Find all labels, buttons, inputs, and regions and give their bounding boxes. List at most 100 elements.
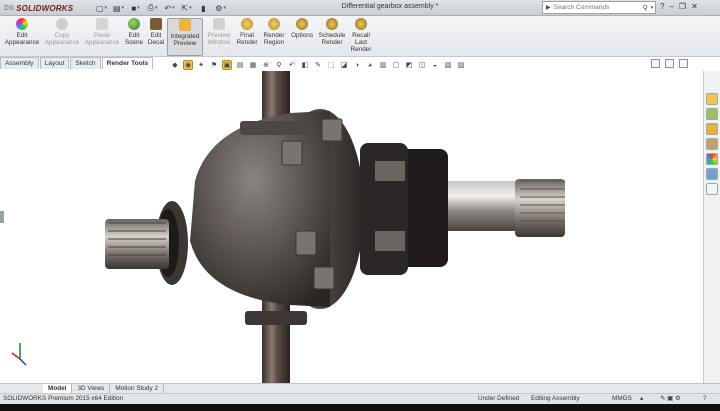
design-library-icon[interactable]: [706, 108, 718, 120]
tab-render-tools[interactable]: Render Tools: [101, 57, 154, 69]
appearances-scenes-icon[interactable]: [706, 153, 718, 165]
view-orientation-icon[interactable]: ⬚: [326, 60, 336, 70]
scene-toggle-icon[interactable]: ▣: [222, 60, 232, 70]
recall-render-icon: [355, 18, 367, 30]
final-render-button[interactable]: Final Render: [235, 18, 259, 56]
open-icon[interactable]: ▤: [113, 3, 124, 14]
integrated-preview-toggle-icon[interactable]: ◉: [183, 60, 193, 70]
cartoon-icon[interactable]: ◒: [430, 60, 440, 70]
close-icon[interactable]: ✕: [691, 2, 698, 11]
tab-assembly[interactable]: Assembly: [0, 57, 39, 69]
previous-view-icon[interactable]: ↶: [287, 60, 297, 70]
document-title: Differential gearbox assembly *: [341, 3, 439, 10]
edit-appearance-hud-icon[interactable]: ◕: [365, 60, 375, 70]
appearance-toggle-icon[interactable]: ▦: [248, 60, 258, 70]
apply-scene-icon[interactable]: ▥: [378, 60, 388, 70]
edit-scene-button[interactable]: Edit Scene: [122, 18, 146, 56]
ambient-occlusion-icon[interactable]: ▧: [443, 60, 453, 70]
viewport-maximize-icon[interactable]: [679, 59, 688, 68]
perspective-icon[interactable]: ◫: [417, 60, 427, 70]
render-region-button[interactable]: Render Region: [261, 18, 287, 56]
schedule-render-button[interactable]: Schedule Render: [317, 18, 347, 56]
input-spline-shaft: [105, 219, 169, 269]
file-explorer-icon[interactable]: [706, 123, 718, 135]
edit-appearance-button[interactable]: Edit Appearance: [4, 18, 40, 56]
tab-model[interactable]: Model: [43, 384, 73, 393]
paste-appearance-button[interactable]: Paste Appearance: [84, 18, 120, 56]
search-dropdown-icon[interactable]: ▾: [651, 5, 654, 11]
editing-mode-status: Editing Assembly: [531, 395, 580, 402]
tab-motion-study-2[interactable]: Motion Study 2: [110, 384, 164, 393]
search-box[interactable]: ▶ ⚲ ▾: [542, 1, 656, 14]
preview-window-icon: [213, 18, 225, 30]
rebuild-status-icon[interactable]: ▴: [640, 394, 643, 404]
edit-appearance-label: Edit Appearance: [4, 32, 40, 46]
coupling-jaw-top: [375, 161, 405, 181]
viewport-restore-icon[interactable]: [665, 59, 674, 68]
search-input[interactable]: [553, 4, 640, 11]
viewport-window-controls: [651, 59, 688, 68]
zoom-to-fit-icon[interactable]: ⊕: [261, 60, 271, 70]
edit-decal-button[interactable]: Edit Decal: [146, 18, 166, 56]
print-icon[interactable]: ⎙: [147, 3, 158, 14]
copy-appearance-button[interactable]: Copy Appearance: [44, 18, 80, 56]
gearbox-housing: [190, 111, 330, 307]
shadows-icon[interactable]: ◩: [404, 60, 414, 70]
viewport-minimize-icon[interactable]: [651, 59, 660, 68]
output-shaft-body: [440, 181, 520, 231]
options-button[interactable]: Options: [289, 18, 315, 56]
view-settings-icon[interactable]: ▢: [391, 60, 401, 70]
camera-icon[interactable]: ⚑: [209, 60, 219, 70]
render-region-icon: [268, 18, 280, 30]
integrated-preview-button[interactable]: Integrated Preview: [167, 18, 203, 56]
section-view-icon[interactable]: ◧: [300, 60, 310, 70]
help-icon[interactable]: ?: [660, 2, 664, 11]
command-tabs: Assembly Layout Sketch Render Tools: [0, 57, 170, 69]
upper-collar: [240, 121, 310, 135]
options-label: Options: [290, 32, 314, 39]
light-icon[interactable]: ✦: [196, 60, 206, 70]
dynamic-annotation-icon[interactable]: ✎: [313, 60, 323, 70]
status-bar-icons[interactable]: ✎ ▣ ⚙: [660, 394, 681, 404]
undo-icon[interactable]: ↶: [164, 3, 175, 14]
restore-icon[interactable]: ❐: [679, 2, 686, 11]
select-icon[interactable]: ⇱: [181, 3, 192, 14]
ds-logo-prefix: DS: [4, 4, 15, 12]
save-icon[interactable]: ■: [130, 3, 141, 14]
new-icon[interactable]: ▢: [96, 3, 107, 14]
zoom-area-icon[interactable]: ⚲: [274, 60, 284, 70]
options-icon[interactable]: ⚙: [215, 3, 226, 14]
differential-gearbox-render[interactable]: [0, 71, 703, 383]
minimize-icon[interactable]: –: [669, 2, 673, 11]
tab-3d-views[interactable]: 3D Views: [72, 384, 111, 393]
render-region-label: Render Region: [263, 32, 285, 46]
render-preview-icon[interactable]: ◆: [170, 60, 180, 70]
help-status-icon[interactable]: ?: [703, 394, 707, 404]
tab-layout[interactable]: Layout: [39, 57, 70, 69]
solidworks-resources-icon[interactable]: [706, 93, 718, 105]
custom-properties-icon[interactable]: [706, 168, 718, 180]
task-pane-notes-icon[interactable]: [706, 183, 718, 195]
hide-show-icon[interactable]: ◑: [352, 60, 362, 70]
decal-toggle-icon[interactable]: ▤: [235, 60, 245, 70]
recall-last-render-label: Recall Last Render: [350, 32, 372, 53]
tab-sketch[interactable]: Sketch: [70, 57, 101, 69]
view-palette-icon[interactable]: [706, 138, 718, 150]
preview-window-button[interactable]: Preview Window: [205, 18, 233, 56]
edit-decal-label: Edit Decal: [147, 32, 165, 46]
display-style-icon[interactable]: ◪: [339, 60, 349, 70]
command-search-icon: ▶: [546, 5, 551, 11]
rebuild-icon[interactable]: ▮: [198, 3, 209, 14]
solidworks-logo[interactable]: DS SOLIDWORKS: [4, 2, 73, 14]
coordinate-triad: [11, 343, 27, 366]
search-icon[interactable]: ⚲: [643, 4, 648, 12]
final-render-icon: [241, 18, 253, 30]
paste-appearance-icon: [96, 18, 108, 30]
units-selector[interactable]: MMGS: [612, 394, 632, 404]
edit-scene-label: Edit Scene: [124, 32, 144, 46]
model-tabs: Model 3D Views Motion Study 2: [0, 383, 720, 393]
graphics-area[interactable]: [0, 71, 703, 383]
realview-icon[interactable]: ▨: [456, 60, 466, 70]
copy-appearance-icon: [56, 18, 68, 30]
recall-last-render-button[interactable]: Recall Last Render: [349, 18, 373, 56]
